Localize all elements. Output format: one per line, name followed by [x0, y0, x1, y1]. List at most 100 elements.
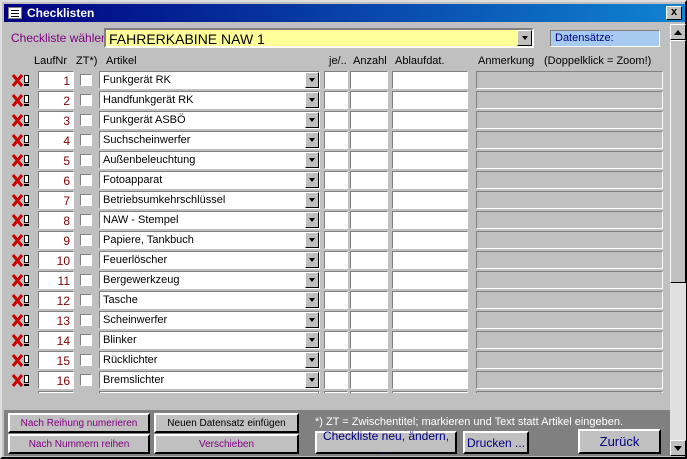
anmerkung-field[interactable] [476, 371, 663, 389]
artikel-select[interactable]: Funkgerät RK [99, 71, 320, 89]
artikel-select[interactable]: Scheinwerfer [99, 311, 320, 329]
anzahl-field[interactable] [350, 211, 388, 229]
chevron-down-icon[interactable] [305, 72, 319, 88]
anmerkung-field[interactable] [476, 291, 663, 309]
artikel-select[interactable]: Papiere, Tankbuch [99, 231, 320, 249]
je-field[interactable] [324, 171, 348, 189]
anzahl-field[interactable] [350, 131, 388, 149]
ablaufdatum-field[interactable] [392, 291, 468, 309]
artikel-select[interactable]: Betriebsumkehrschlüssel [99, 191, 320, 209]
zt-checkbox[interactable] [80, 194, 92, 206]
delete-record-icon[interactable] [11, 153, 32, 168]
scroll-up-button[interactable] [670, 24, 686, 40]
anzahl-field[interactable] [350, 351, 388, 369]
ablaufdatum-field[interactable] [392, 91, 468, 109]
zt-checkbox[interactable] [80, 174, 92, 186]
close-button[interactable]: x [666, 6, 682, 20]
je-field[interactable] [324, 351, 348, 369]
zt-checkbox[interactable] [80, 234, 92, 246]
laufnr-field[interactable]: 8 [38, 211, 74, 229]
laufnr-field[interactable]: 5 [38, 151, 74, 169]
je-field[interactable] [324, 151, 348, 169]
delete-record-icon[interactable] [11, 213, 32, 228]
zt-checkbox[interactable] [80, 214, 92, 226]
laufnr-field[interactable]: 6 [38, 171, 74, 189]
ablaufdatum-field[interactable] [392, 251, 468, 269]
delete-record-icon[interactable] [11, 73, 32, 88]
delete-record-icon[interactable] [11, 313, 32, 328]
je-field[interactable] [324, 311, 348, 329]
delete-record-icon[interactable] [11, 273, 32, 288]
delete-record-icon[interactable] [11, 373, 32, 388]
artikel-select[interactable]: Bergewerkzeug [99, 271, 320, 289]
delete-record-icon[interactable] [11, 353, 32, 368]
anmerkung-field[interactable] [476, 231, 663, 249]
anmerkung-field[interactable] [476, 391, 663, 393]
anzahl-field[interactable] [350, 391, 388, 393]
ablaufdatum-field[interactable] [392, 391, 468, 393]
ablaufdatum-field[interactable] [392, 231, 468, 249]
ablaufdatum-field[interactable] [392, 111, 468, 129]
anmerkung-field[interactable] [476, 311, 663, 329]
anmerkung-field[interactable] [476, 171, 663, 189]
artikel-select[interactable]: Blinker [99, 331, 320, 349]
zt-checkbox[interactable] [80, 314, 92, 326]
anzahl-field[interactable] [350, 111, 388, 129]
print-button[interactable]: Drucken ... [463, 431, 529, 454]
chevron-down-icon[interactable] [305, 152, 319, 168]
zt-checkbox[interactable] [80, 274, 92, 286]
zt-checkbox[interactable] [80, 354, 92, 366]
ablaufdatum-field[interactable] [392, 151, 468, 169]
chevron-down-icon[interactable] [305, 312, 319, 328]
chevron-down-icon[interactable] [305, 192, 319, 208]
anmerkung-field[interactable] [476, 331, 663, 349]
artikel-select[interactable]: NAW - Stempel [99, 211, 320, 229]
chevron-down-icon[interactable] [305, 92, 319, 108]
zt-checkbox[interactable] [80, 294, 92, 306]
je-field[interactable] [324, 291, 348, 309]
laufnr-field[interactable]: 14 [38, 331, 74, 349]
ablaufdatum-field[interactable] [392, 331, 468, 349]
anmerkung-field[interactable] [476, 191, 663, 209]
anmerkung-field[interactable] [476, 71, 663, 89]
zt-checkbox[interactable] [80, 254, 92, 266]
zt-checkbox[interactable] [80, 154, 92, 166]
artikel-select[interactable]: Funkgerät ASBÖ [99, 111, 320, 129]
delete-record-icon[interactable] [11, 333, 32, 348]
je-field[interactable] [324, 271, 348, 289]
chevron-down-icon[interactable] [305, 372, 319, 388]
delete-record-icon[interactable] [11, 113, 32, 128]
scroll-thumb[interactable] [670, 40, 686, 283]
ablaufdatum-field[interactable] [392, 351, 468, 369]
laufnr-field[interactable]: 17 [38, 391, 74, 393]
anmerkung-field[interactable] [476, 111, 663, 129]
checklist-select[interactable]: FAHRERKABINE NAW 1 [104, 28, 534, 48]
sort-by-number-button[interactable]: Nach Nummern reihen [8, 434, 150, 454]
je-field[interactable] [324, 91, 348, 109]
anzahl-field[interactable] [350, 271, 388, 289]
je-field[interactable] [324, 231, 348, 249]
laufnr-field[interactable]: 7 [38, 191, 74, 209]
je-field[interactable] [324, 391, 348, 393]
anzahl-field[interactable] [350, 311, 388, 329]
artikel-select[interactable]: Nebelscheinwerfer [99, 391, 320, 393]
laufnr-field[interactable]: 13 [38, 311, 74, 329]
edit-checklist-button[interactable]: Checkliste neu, ändern, ... [315, 429, 457, 457]
je-field[interactable] [324, 131, 348, 149]
anmerkung-field[interactable] [476, 251, 663, 269]
laufnr-field[interactable]: 11 [38, 271, 74, 289]
ablaufdatum-field[interactable] [392, 371, 468, 389]
je-field[interactable] [324, 211, 348, 229]
anzahl-field[interactable] [350, 291, 388, 309]
ablaufdatum-field[interactable] [392, 211, 468, 229]
je-field[interactable] [324, 111, 348, 129]
laufnr-field[interactable]: 3 [38, 111, 74, 129]
laufnr-field[interactable]: 4 [38, 131, 74, 149]
laufnr-field[interactable]: 2 [38, 91, 74, 109]
delete-record-icon[interactable] [11, 233, 32, 248]
ablaufdatum-field[interactable] [392, 71, 468, 89]
artikel-select[interactable]: Fotoapparat [99, 171, 320, 189]
laufnr-field[interactable]: 16 [38, 371, 74, 389]
zt-checkbox[interactable] [80, 94, 92, 106]
je-field[interactable] [324, 71, 348, 89]
